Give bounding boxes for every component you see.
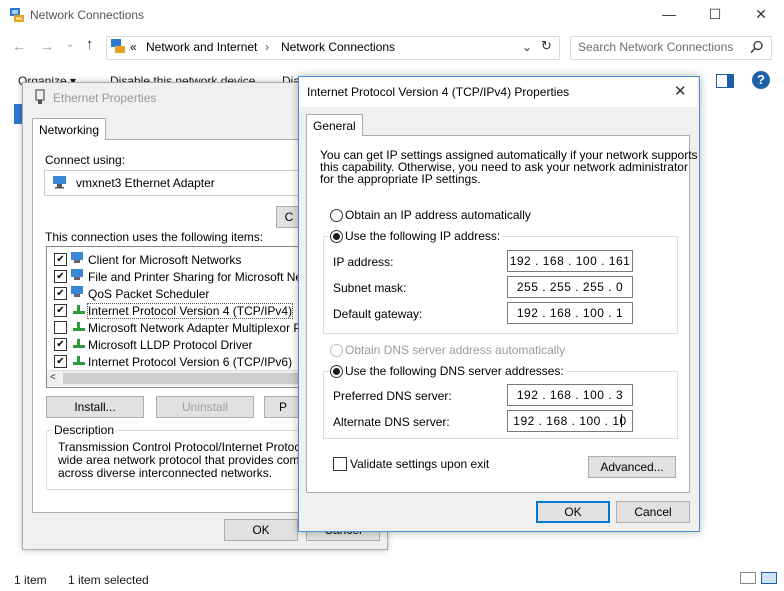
item-label: Microsoft Network Adapter Multiplexor Pr…	[88, 321, 300, 335]
ethernet-ok-button[interactable]: OK	[224, 519, 298, 541]
horizontal-scrollbar[interactable]: <	[47, 370, 300, 386]
default-gateway-field[interactable]: 192 . 168 . 100 . 1	[507, 302, 633, 324]
use-following-ip-label[interactable]: Use the following IP address:	[343, 229, 503, 243]
tab-general[interactable]: General	[306, 114, 363, 136]
ethernet-dialog-title: Ethernet Properties	[53, 91, 157, 105]
ethernet-icon	[35, 89, 45, 104]
network-folder-icon	[10, 8, 24, 22]
protocol-icon	[73, 305, 85, 314]
description-text-line-2: wide area network protocol that provides…	[58, 453, 298, 467]
control-panel-icon	[111, 39, 125, 53]
tiles-view-icon[interactable]	[761, 572, 777, 584]
use-following-dns-radio[interactable]	[330, 365, 343, 378]
network-adapter-icon	[53, 176, 66, 189]
alternate-dns-label: Alternate DNS server:	[333, 415, 450, 429]
item-label: File and Printer Sharing for Microsoft N…	[88, 270, 300, 284]
item-checkbox[interactable]	[54, 321, 67, 334]
use-following-dns-label[interactable]: Use the following DNS server addresses:	[343, 364, 566, 378]
breadcrumb-separator: ›	[265, 40, 269, 54]
alternate-dns-field[interactable]: 192 . 168 . 100 . 10	[507, 410, 633, 432]
details-view-icon[interactable]	[740, 572, 756, 584]
ip-address-field[interactable]: 192 . 168 . 100 . 161	[507, 250, 633, 272]
components-list-items: ✔ Client for Microsoft Networks ✔ File a…	[48, 252, 300, 370]
subnet-mask-field[interactable]: 255 . 255 . 255 . 0	[507, 276, 633, 298]
refresh-icon[interactable]: ↻	[541, 38, 552, 54]
use-following-ip-radio[interactable]	[330, 230, 343, 243]
service-icon	[71, 286, 83, 297]
protocol-icon	[73, 322, 85, 331]
obtain-dns-auto-label: Obtain DNS server address automatically	[345, 343, 566, 357]
intro-line-3: for the appropriate IP settings.	[320, 172, 481, 186]
item-label: QoS Packet Scheduler	[88, 287, 210, 301]
connect-using-label: Connect using:	[45, 153, 126, 167]
scrollbar-thumb[interactable]	[63, 373, 298, 384]
item-checkbox[interactable]: ✔	[54, 304, 67, 317]
up-arrow-icon[interactable]: ↑	[86, 36, 94, 53]
protocol-icon	[73, 339, 85, 348]
back-arrow-icon[interactable]: ←	[12, 38, 26, 54]
ipv4-cancel-button[interactable]: Cancel	[616, 501, 690, 523]
ipv4-dialog-title: Internet Protocol Version 4 (TCP/IPv4) P…	[307, 85, 570, 99]
item-label: Internet Protocol Version 6 (TCP/IPv6)	[88, 355, 293, 369]
minimize-button[interactable]: —	[654, 6, 684, 26]
default-gateway-label: Default gateway:	[333, 307, 423, 321]
status-selected-count: 1 item selected	[68, 573, 149, 587]
close-window-button[interactable]: ✕	[746, 6, 776, 26]
description-text-line-1: Transmission Control Protocol/Internet P…	[58, 440, 298, 454]
protocol-icon	[73, 356, 85, 365]
preferred-dns-field[interactable]: 192 . 168 . 100 . 3	[507, 384, 633, 406]
ip-address-label: IP address:	[333, 255, 394, 269]
preferred-dns-label: Preferred DNS server:	[333, 389, 452, 403]
obtain-ip-auto-radio[interactable]	[330, 209, 343, 222]
preview-pane-icon[interactable]	[716, 74, 734, 88]
install-button[interactable]: Install...	[46, 396, 144, 418]
search-icon[interactable]	[750, 40, 764, 54]
breadcrumb-network-internet[interactable]: Network and Internet	[146, 40, 257, 54]
item-checkbox[interactable]: ✔	[54, 270, 67, 283]
validate-label[interactable]: Validate settings upon exit	[350, 457, 489, 471]
connection-item-icon	[14, 104, 22, 124]
address-dropdown-icon[interactable]: ⌄	[522, 40, 532, 54]
tab-networking[interactable]: Networking	[32, 118, 107, 140]
item-label: Microsoft LLDP Protocol Driver	[88, 338, 253, 352]
status-item-count: 1 item	[14, 573, 47, 587]
item-checkbox[interactable]: ✔	[54, 287, 67, 300]
item-label: Internet Protocol Version 4 (TCP/IPv4)	[86, 303, 294, 319]
item-checkbox[interactable]: ✔	[54, 355, 67, 368]
help-icon[interactable]: ?	[752, 71, 770, 89]
description-label: Description	[52, 423, 117, 437]
forward-arrow-icon[interactable]: →	[40, 38, 54, 54]
properties-button[interactable]: P	[264, 396, 302, 418]
ipv4-close-icon[interactable]: ✕	[674, 82, 687, 100]
uninstall-button: Uninstall	[156, 396, 254, 418]
advanced-button[interactable]: Advanced...	[588, 456, 676, 478]
service-icon	[71, 269, 83, 280]
items-label: This connection uses the following items…	[45, 230, 264, 244]
obtain-dns-auto-radio	[330, 344, 343, 357]
item-checkbox[interactable]: ✔	[54, 253, 67, 266]
text-cursor	[621, 414, 622, 427]
recent-dropdown-icon[interactable]: ⌄	[66, 39, 74, 50]
breadcrumb-overflow[interactable]: «	[130, 40, 137, 54]
breadcrumb-network-connections[interactable]: Network Connections	[281, 40, 395, 54]
window-title: Network Connections	[30, 8, 145, 22]
item-checkbox[interactable]: ✔	[54, 338, 67, 351]
description-text-line-3: across diverse interconnected networks.	[58, 466, 273, 480]
subnet-mask-label: Subnet mask:	[333, 281, 407, 295]
adapter-name: vmxnet3 Ethernet Adapter	[76, 176, 215, 190]
maximize-button[interactable]: ☐	[700, 6, 730, 26]
obtain-ip-auto-label[interactable]: Obtain an IP address automatically	[345, 208, 531, 222]
item-label: Client for Microsoft Networks	[88, 253, 242, 267]
validate-checkbox[interactable]	[333, 457, 347, 471]
ipv4-ok-button[interactable]: OK	[536, 501, 610, 523]
scroll-left-icon[interactable]: <	[50, 372, 56, 383]
search-input[interactable]: Search Network Connections	[578, 40, 733, 54]
client-icon	[71, 252, 83, 263]
